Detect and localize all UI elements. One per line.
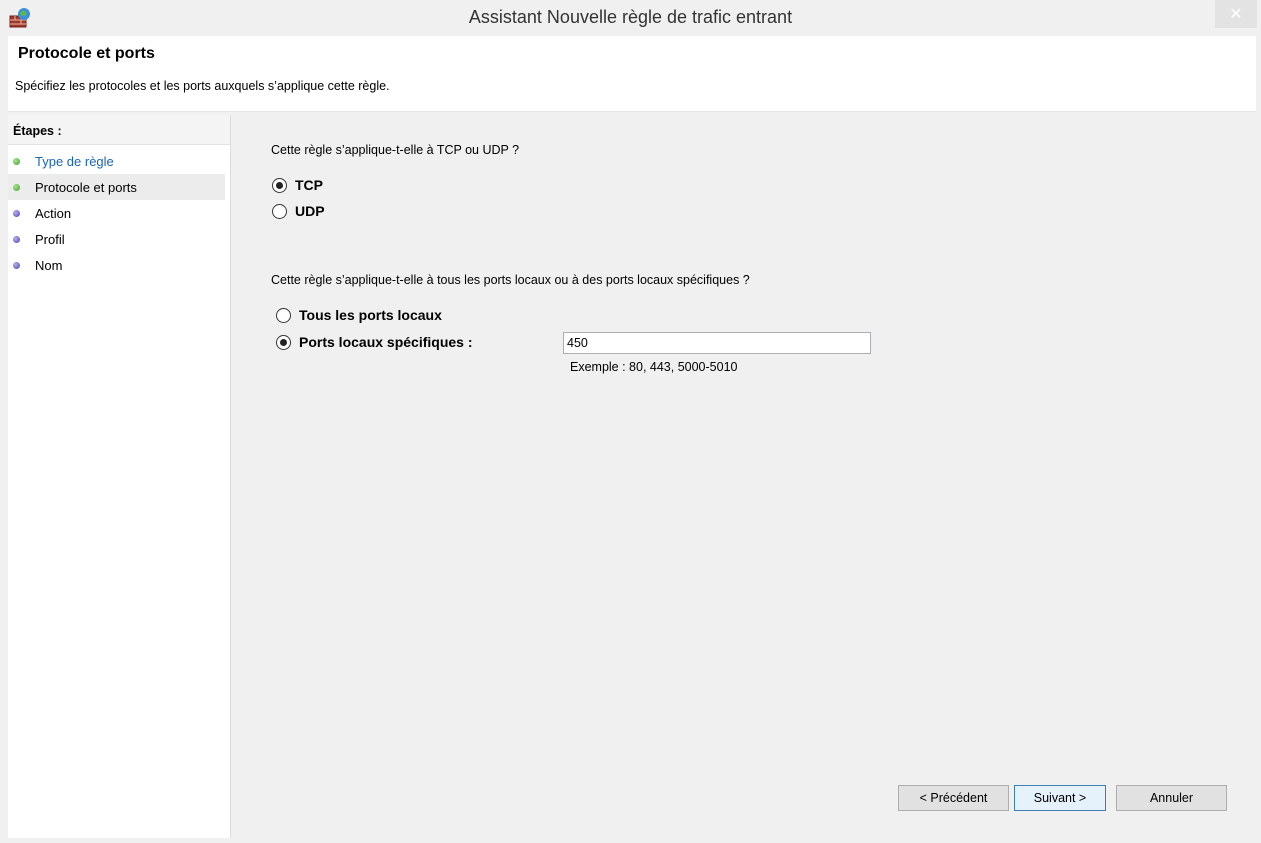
close-button[interactable]: ✕ bbox=[1215, 0, 1257, 28]
step-action: Action bbox=[8, 200, 225, 226]
steps-heading: Étapes : bbox=[8, 115, 230, 145]
radio-label: UDP bbox=[295, 203, 325, 219]
radio-udp[interactable]: UDP bbox=[272, 203, 325, 219]
step-protocole-et-ports[interactable]: Protocole et ports bbox=[8, 174, 225, 200]
ports-example: Exemple : 80, 443, 5000-5010 bbox=[570, 360, 738, 374]
radio-selected-icon bbox=[272, 177, 287, 193]
radio-all-local-ports[interactable]: Tous les ports locaux bbox=[276, 307, 442, 323]
radio-specific-local-ports[interactable]: Ports locaux spécifiques : bbox=[276, 334, 473, 350]
protocol-question: Cette règle s’applique-t-elle à TCP ou U… bbox=[271, 143, 520, 157]
step-label: Profil bbox=[35, 232, 65, 247]
radio-selected-icon bbox=[276, 334, 291, 350]
page-description: Spécifiez les protocoles et les ports au… bbox=[15, 79, 390, 93]
steps-sidebar: Étapes : Type de règle Protocole et port… bbox=[8, 115, 230, 838]
radio-tcp[interactable]: TCP bbox=[272, 177, 323, 193]
previous-button[interactable]: < Précédent bbox=[898, 785, 1009, 811]
radio-unselected-icon bbox=[272, 203, 287, 219]
ports-question: Cette règle s’applique-t-elle à tous les… bbox=[271, 273, 750, 287]
step-label: Type de règle bbox=[35, 154, 114, 169]
wizard-header: Protocole et ports Spécifiez les protoco… bbox=[8, 36, 1256, 112]
step-label: Action bbox=[35, 206, 72, 221]
title-bar: Assistant Nouvelle règle de trafic entra… bbox=[0, 0, 1261, 36]
close-icon: ✕ bbox=[1229, 6, 1243, 23]
page-title: Protocole et ports bbox=[18, 45, 155, 62]
step-done-icon bbox=[13, 184, 20, 191]
window-title: Assistant Nouvelle règle de trafic entra… bbox=[468, 7, 793, 27]
step-label: Nom bbox=[35, 258, 63, 273]
specific-ports-input[interactable] bbox=[563, 332, 871, 354]
cancel-button[interactable]: Annuler bbox=[1116, 785, 1227, 811]
wizard-content: Cette règle s’applique-t-elle à TCP ou U… bbox=[231, 115, 1256, 838]
radio-label: TCP bbox=[295, 177, 323, 193]
step-nom: Nom bbox=[8, 252, 225, 278]
radio-label: Ports locaux spécifiques : bbox=[299, 334, 473, 350]
step-label: Protocole et ports bbox=[35, 180, 137, 195]
step-pending-icon bbox=[13, 210, 20, 217]
radio-label: Tous les ports locaux bbox=[299, 307, 442, 323]
step-pending-icon bbox=[13, 262, 20, 269]
step-profil: Profil bbox=[8, 226, 225, 252]
step-pending-icon bbox=[13, 236, 20, 243]
step-done-icon bbox=[13, 158, 20, 165]
step-type-de-regle[interactable]: Type de règle bbox=[8, 148, 225, 174]
next-button[interactable]: Suivant > bbox=[1014, 785, 1106, 811]
radio-unselected-icon bbox=[276, 307, 291, 323]
